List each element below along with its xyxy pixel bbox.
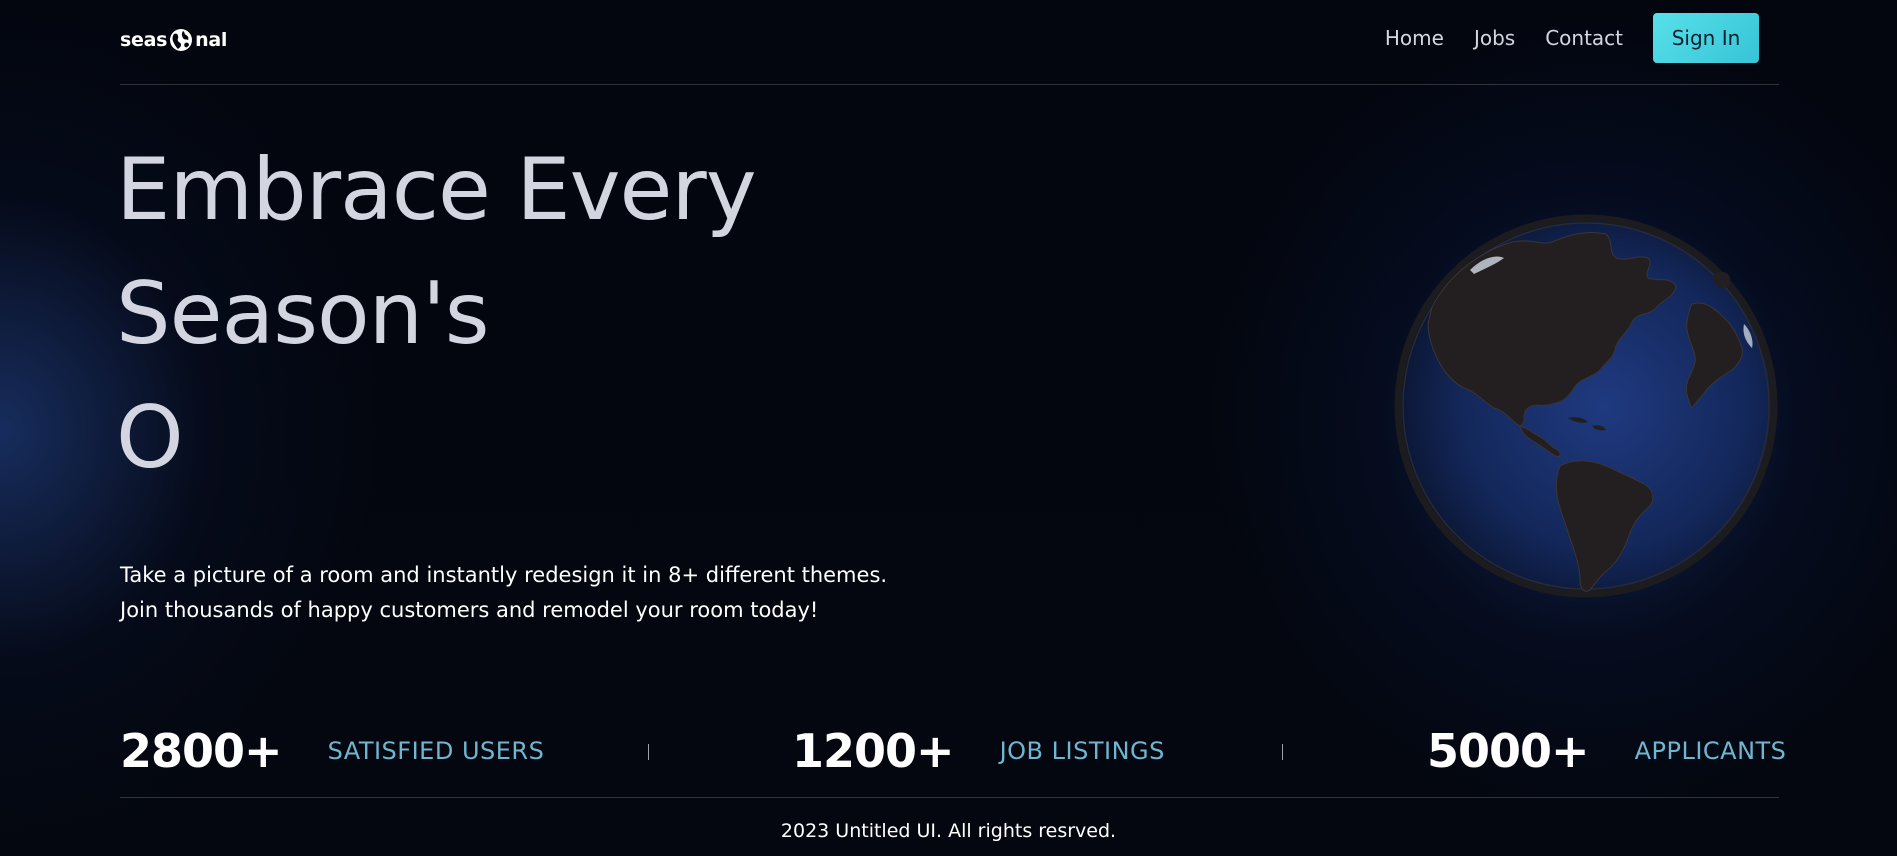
hero-title-line-1: Embrace Every	[116, 140, 757, 240]
logo[interactable]: seas nal	[120, 26, 227, 54]
nav-contact-link[interactable]: Contact	[1545, 26, 1623, 50]
logo-text-end: nal	[195, 29, 228, 51]
earth-globe-icon	[1394, 214, 1778, 598]
nav-home-link[interactable]: Home	[1385, 26, 1444, 50]
stat-value: 1200+	[792, 724, 955, 778]
globe-icon	[170, 29, 193, 51]
stats-bar: 2800+ SATISFIED USERS 1200+ JOB LISTINGS…	[120, 718, 1786, 784]
hero-description-line-1: Take a picture of a room and instantly r…	[120, 563, 888, 587]
hero-title-line-3: O	[116, 388, 184, 488]
nav-jobs-link[interactable]: Jobs	[1474, 26, 1515, 50]
stat-label: SATISFIED USERS	[327, 737, 545, 765]
site-header: seas nal Home Jobs Contact Sign In	[120, 0, 1779, 85]
hero-title: Embrace Every Season's O	[116, 128, 757, 500]
footer-copyright: 2023 Untitled UI. All rights resrved.	[780, 820, 1117, 842]
hero-description-line-2: Join thousands of happy customers and re…	[120, 598, 819, 622]
stat-value: 2800+	[120, 724, 283, 778]
stat-satisfied-users: 2800+ SATISFIED USERS	[120, 718, 544, 784]
stat-applicants: 5000+ APPLICANTS	[1427, 718, 1786, 784]
stat-value: 5000+	[1427, 724, 1590, 778]
sign-in-button[interactable]: Sign In	[1653, 13, 1759, 63]
stat-label: APPLICANTS	[1634, 737, 1787, 765]
hero-description: Take a picture of a room and instantly r…	[120, 558, 888, 628]
stat-job-listings: 1200+ JOB LISTINGS	[792, 718, 1165, 784]
stat-divider	[1282, 744, 1283, 760]
main-nav: Home Jobs Contact Sign In	[1385, 13, 1759, 63]
logo-text-start: seas	[120, 29, 168, 51]
stat-label: JOB LISTINGS	[999, 737, 1165, 765]
hero-title-line-2: Season's	[116, 264, 490, 364]
footer-divider	[120, 797, 1779, 798]
stat-divider	[648, 744, 649, 760]
